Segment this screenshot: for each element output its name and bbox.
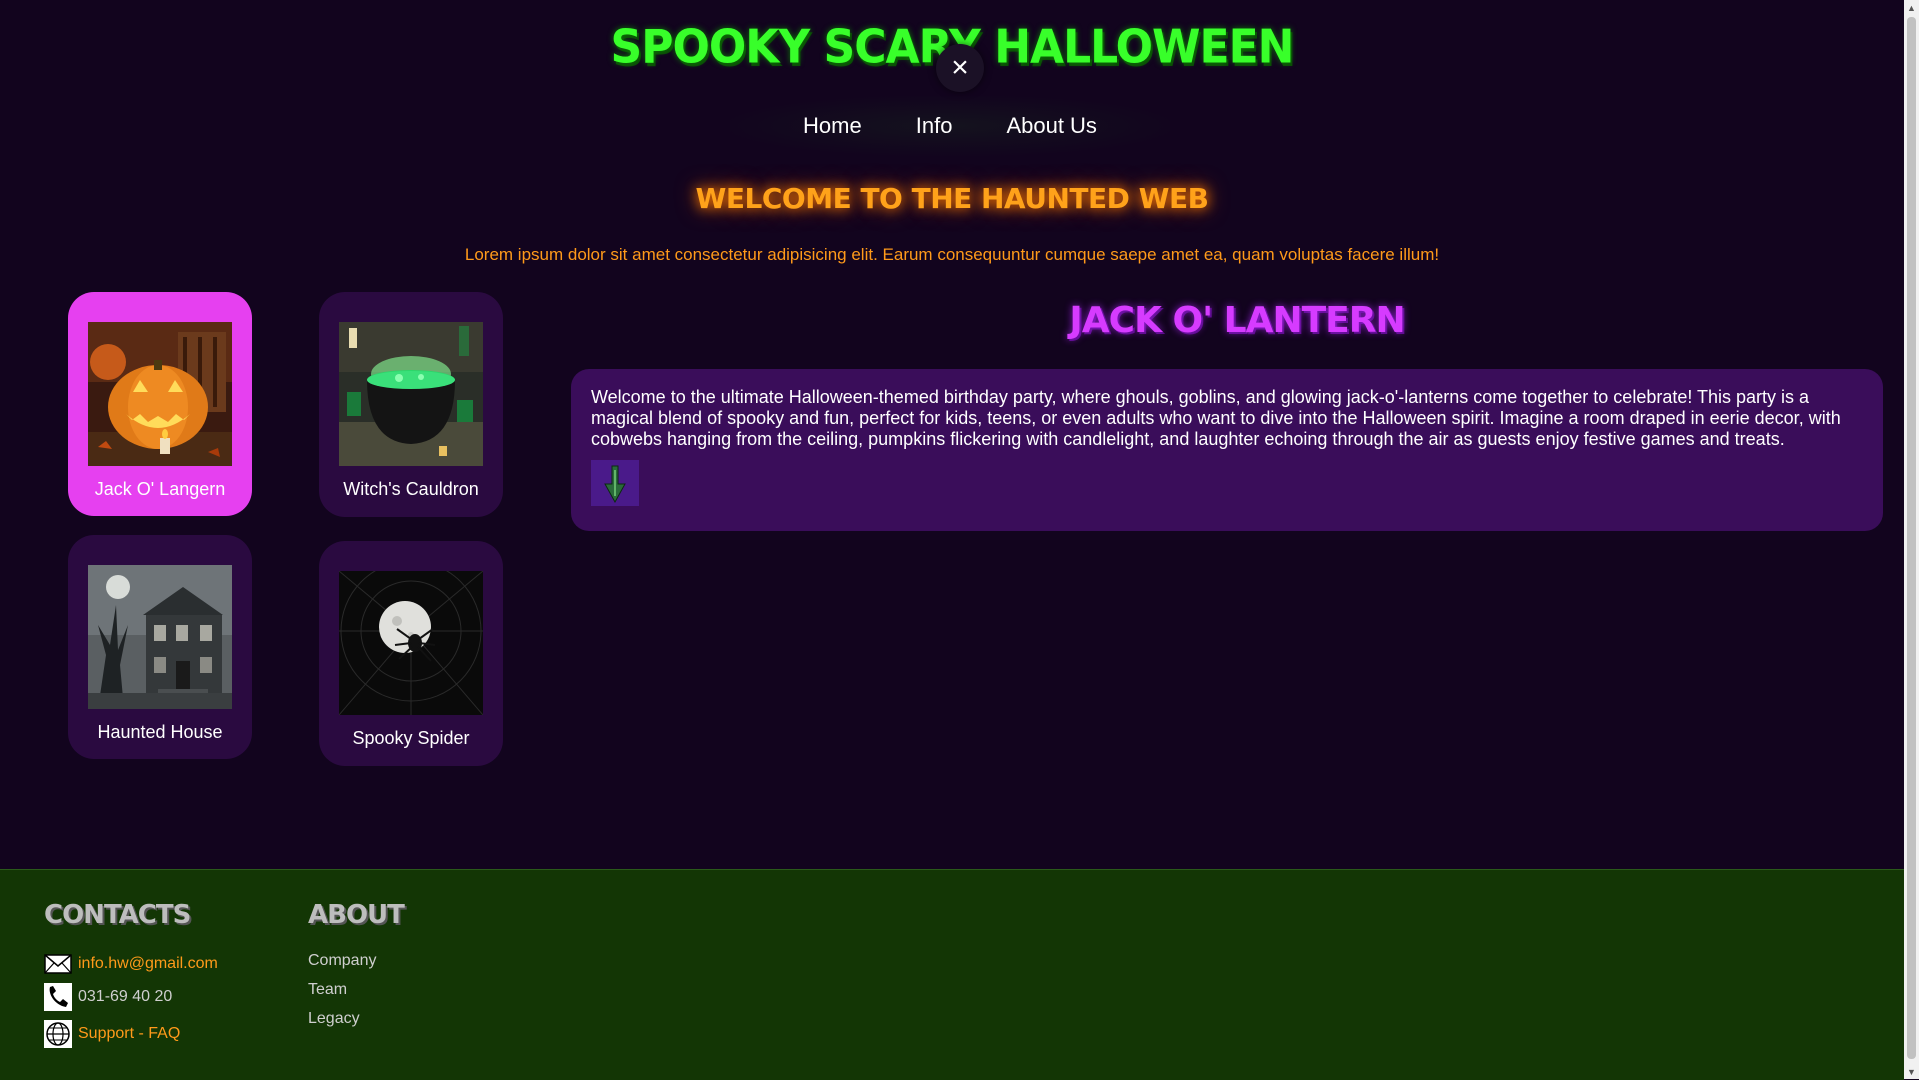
email-link[interactable]: info.hw@gmail.com xyxy=(78,955,218,973)
contacts-heading: Contacts xyxy=(44,900,191,930)
scrollbar-thumb[interactable] xyxy=(1907,17,1916,1059)
support-row: Support - FAQ xyxy=(44,1020,180,1048)
detail-text: Welcome to the ultimate Halloween-themed… xyxy=(591,387,1841,449)
card-label: Jack O' Langern xyxy=(94,479,226,499)
support-faq-link[interactable]: Support - FAQ xyxy=(78,1025,180,1043)
phone-row: 031-69 40 20 xyxy=(44,983,172,1011)
scroll-up-icon[interactable]: ▲ xyxy=(1904,0,1919,15)
close-icon: × xyxy=(951,51,969,84)
nav-about-us[interactable]: About Us xyxy=(988,113,1115,139)
globe-icon xyxy=(44,1020,72,1048)
card-label: Witch's Cauldron xyxy=(343,479,479,499)
pumpkin-image xyxy=(88,322,232,466)
card-label: Haunted House xyxy=(97,722,223,742)
scroll-down-icon[interactable]: ▼ xyxy=(1904,1064,1919,1079)
about-legacy-link[interactable]: Legacy xyxy=(308,1010,360,1028)
phone-number: 031-69 40 20 xyxy=(78,988,173,1005)
spider-moon-image xyxy=(339,571,483,715)
email-row: info.hw@gmail.com xyxy=(44,950,218,978)
footer: Contacts About info.hw@gmail.com 031-69 … xyxy=(0,869,1904,1080)
main-nav: Home Info About Us xyxy=(730,96,1170,156)
phone-icon xyxy=(44,983,72,1011)
card-label: Spooky Spider xyxy=(352,728,470,748)
welcome-heading: Welcome to the Haunted Web xyxy=(695,182,1209,215)
envelope-icon xyxy=(44,950,72,978)
detail-panel: Welcome to the ultimate Halloween-themed… xyxy=(571,369,1883,531)
lead-text: Lorem ipsum dolor sit amet consectetur a… xyxy=(464,245,1440,264)
detail-title: Jack O' Lantern xyxy=(1069,300,1405,341)
about-company-link[interactable]: Company xyxy=(308,952,376,970)
nav-home[interactable]: Home xyxy=(785,113,880,139)
about-heading: About xyxy=(308,900,405,930)
about-team-link[interactable]: Team xyxy=(308,981,347,999)
cauldron-image xyxy=(339,322,483,466)
nav-info[interactable]: Info xyxy=(898,113,971,139)
down-arrow-icon[interactable] xyxy=(591,460,639,506)
page: Spooky Scary Halloween × Home Info About… xyxy=(0,0,1904,1080)
card-witchs-cauldron[interactable]: Witch's Cauldron xyxy=(319,292,503,517)
card-haunted-house[interactable]: Haunted House xyxy=(68,535,252,759)
close-button[interactable]: × xyxy=(936,44,984,92)
card-spooky-spider[interactable]: Spooky Spider xyxy=(319,541,503,766)
card-jack-o-lantern[interactable]: Jack O' Langern xyxy=(68,292,252,516)
vertical-scrollbar[interactable]: ▲ ▼ xyxy=(1904,0,1919,1079)
haunted-house-image xyxy=(88,565,232,709)
